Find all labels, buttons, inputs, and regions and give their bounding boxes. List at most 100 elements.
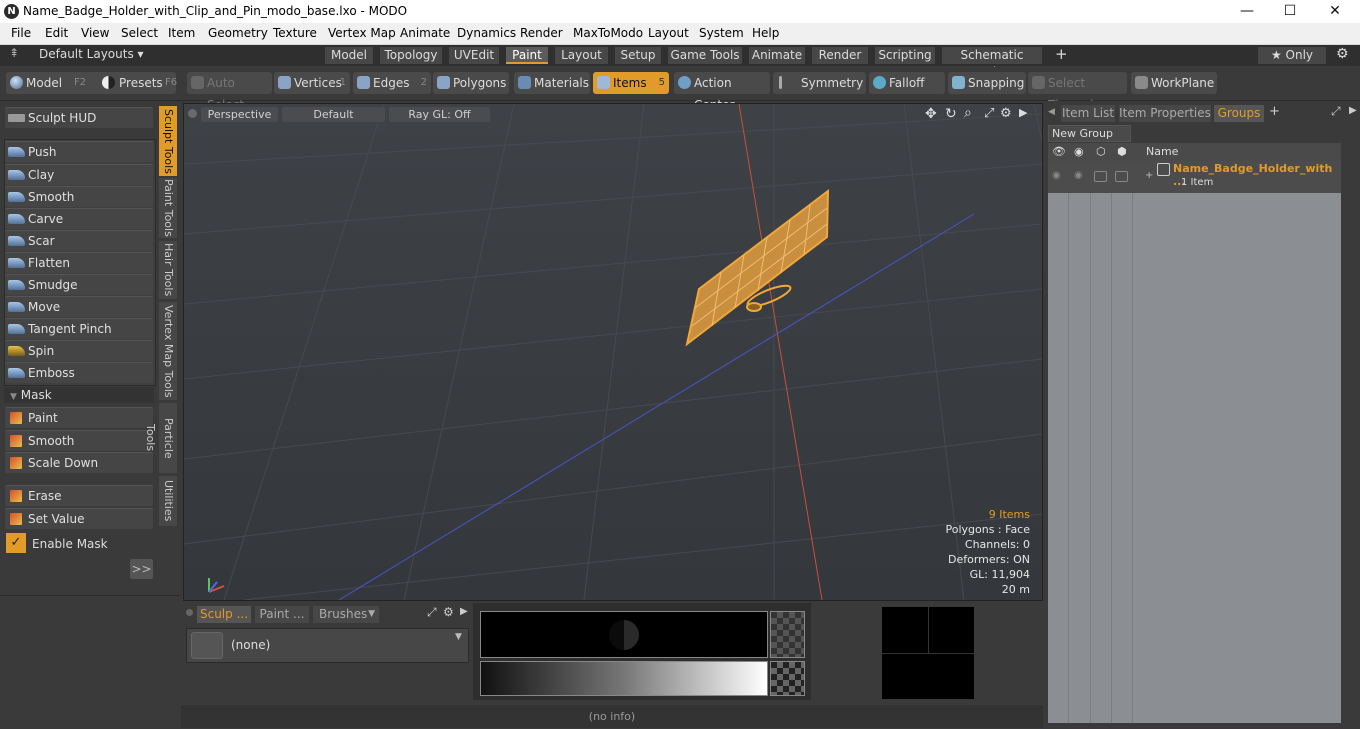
maximize-button[interactable]: ☐ (1267, 0, 1313, 23)
tool-flatten[interactable]: Flatten (5, 252, 153, 273)
mask-scale-down[interactable]: Scale Down (5, 452, 153, 473)
tab-game-tools[interactable]: Game Tools (668, 47, 742, 64)
menu-select[interactable]: Select (121, 26, 158, 40)
menu-layout[interactable]: Layout (648, 26, 689, 40)
menu-file[interactable]: File (11, 26, 31, 40)
tab-sculpt-tools[interactable]: Sculpt Tools (159, 106, 177, 176)
mask-erase[interactable]: Erase (5, 485, 153, 506)
render-toggle-icon[interactable]: ◉ (1074, 170, 1083, 181)
tab-model[interactable]: Model (325, 47, 373, 64)
tab-item-list[interactable]: Item List (1061, 105, 1115, 122)
tab-layout[interactable]: Layout (555, 47, 608, 64)
render-header-icon[interactable]: ◉ (1074, 145, 1084, 158)
mask-smooth[interactable]: Smooth (5, 430, 153, 451)
menu-help[interactable]: Help (752, 26, 779, 40)
tab-topology[interactable]: Topology (380, 47, 442, 64)
new-group-button[interactable]: New Group (1048, 125, 1131, 142)
tab-render[interactable]: Render (812, 47, 868, 64)
snapping-button[interactable]: Snapping (948, 72, 1026, 94)
menu-view[interactable]: View (81, 26, 109, 40)
default-layouts-dropdown[interactable]: Default Layouts ▾ (39, 47, 144, 61)
expand-toggle-icon[interactable]: + (1145, 170, 1153, 181)
select-through-button[interactable]: Select Through (1028, 72, 1127, 112)
mask-header[interactable]: ▼ Mask (4, 387, 154, 403)
tab-scripting[interactable]: Scripting (875, 47, 935, 64)
close-button[interactable]: ✕ (1312, 0, 1358, 23)
3d-viewport[interactable]: Perspective Default Ray GL: Off ✥ ↻ ⌕ ⤢ … (183, 103, 1043, 601)
select-toggle-icon[interactable] (1115, 171, 1128, 182)
select-header-icon[interactable]: ⬢ (1117, 145, 1127, 158)
vertices-button[interactable]: Vertices 1 (274, 72, 350, 94)
tool-carve[interactable]: Carve (5, 208, 153, 229)
menu-render[interactable]: Render (520, 26, 563, 40)
action-center-button[interactable]: Action Center (674, 72, 770, 112)
color-swatch[interactable] (480, 611, 768, 658)
menu-dynamics[interactable]: Dynamics (457, 26, 516, 40)
tab-paint[interactable]: Paint ... (255, 606, 309, 623)
only-toggle[interactable]: ★ Only (1258, 47, 1326, 64)
tab-brushes[interactable]: Brushes ▼ (313, 606, 379, 623)
panel-arrow-icon[interactable]: ▶ (1349, 105, 1357, 116)
add-tab-icon[interactable]: + (1269, 104, 1280, 119)
shading-dropdown[interactable]: Default (282, 107, 385, 122)
tab-groups[interactable]: Groups (1214, 105, 1264, 122)
tool-tangent-pinch[interactable]: Tangent Pinch (5, 318, 153, 339)
layout-expand-icon[interactable]: ⇞ (9, 46, 19, 60)
mask-paint[interactable]: Paint (5, 407, 153, 428)
menu-animate[interactable]: Animate (400, 26, 450, 40)
expand-button[interactable]: >> (130, 559, 153, 579)
menu-item[interactable]: Item (168, 26, 195, 40)
tool-push[interactable]: Push (5, 141, 153, 162)
symmetry-button[interactable]: Symmetry (773, 72, 866, 94)
group-list-scrollbar[interactable] (1344, 143, 1356, 723)
group-row[interactable]: ◉ ◉ + Name_Badge_Holder_with ... 1 Item (1048, 161, 1341, 193)
pop-out-icon[interactable]: ⤢ (427, 605, 437, 620)
raygl-dropdown[interactable]: Ray GL: Off (389, 107, 490, 122)
panel-collapse-icon[interactable]: ◀ (1048, 107, 1055, 117)
menu-geometry[interactable]: Geometry (208, 26, 268, 40)
menu-edit[interactable]: Edit (45, 26, 68, 40)
zoom-icon[interactable]: ⌕ (964, 105, 972, 121)
model-button[interactable]: Model (26, 76, 62, 90)
pan-icon[interactable]: ✥ (925, 106, 937, 122)
tool-smudge[interactable]: Smudge (5, 274, 153, 295)
alpha-gradient[interactable] (770, 661, 805, 696)
items-button[interactable]: Items 5 (593, 72, 669, 94)
lock-toggle-icon[interactable] (1094, 171, 1107, 182)
value-gradient[interactable] (480, 661, 768, 696)
tool-spin[interactable]: Spin (5, 340, 153, 361)
tab-vertex-map-tools[interactable]: Vertex Map Tools (159, 302, 177, 400)
panel-menu-icon[interactable] (186, 609, 193, 616)
tab-uvedit[interactable]: UVEdit (449, 47, 499, 64)
visibility-toggle-icon[interactable]: ◉ (1052, 170, 1061, 181)
tab-utilities[interactable]: Utilities (159, 476, 177, 526)
tab-setup[interactable]: Setup (615, 47, 661, 64)
menu-maxtomodo[interactable]: MaxToModo (573, 26, 643, 40)
workplane-button[interactable]: WorkPlane (1131, 72, 1217, 94)
tab-sculpt[interactable]: Sculp ... (197, 606, 251, 623)
tab-particle-tools[interactable]: Particle Tools (144, 403, 177, 473)
tool-move[interactable]: Move (5, 296, 153, 317)
visibility-header-icon[interactable]: 👁 (1052, 145, 1066, 158)
add-layout-icon[interactable]: + (1055, 45, 1068, 63)
tab-item-properties[interactable]: Item Properties (1119, 105, 1211, 122)
tool-emboss[interactable]: Emboss (5, 362, 153, 383)
viewport-options-arrow-icon[interactable]: ▶ (1019, 106, 1027, 119)
edges-button[interactable]: Edges 2 (353, 72, 431, 94)
menu-texture[interactable]: Texture (273, 26, 317, 40)
maximize-viewport-icon[interactable]: ⤢ (984, 106, 994, 121)
tab-animate[interactable]: Animate (749, 47, 805, 64)
panel-gear-icon[interactable]: ⚙ (443, 605, 454, 619)
tab-paint-tools[interactable]: Paint Tools (159, 178, 177, 238)
minimize-button[interactable]: — (1224, 0, 1270, 23)
enable-mask-checkbox[interactable]: ✓ (6, 533, 26, 553)
viewport-menu-icon[interactable] (188, 109, 197, 118)
tab-hair-tools[interactable]: Hair Tools (159, 241, 177, 299)
tab-schematic-fusion[interactable]: Schematic Fusion (942, 47, 1042, 79)
brush-selector[interactable]: (none) ▼ (186, 628, 469, 663)
tool-scar[interactable]: Scar (5, 230, 153, 251)
gear-icon[interactable]: ⚙ (1336, 46, 1349, 62)
falloff-button[interactable]: Falloff (869, 72, 945, 94)
materials-button[interactable]: Materials (514, 72, 590, 94)
name-column-header[interactable]: Name (1146, 145, 1178, 158)
